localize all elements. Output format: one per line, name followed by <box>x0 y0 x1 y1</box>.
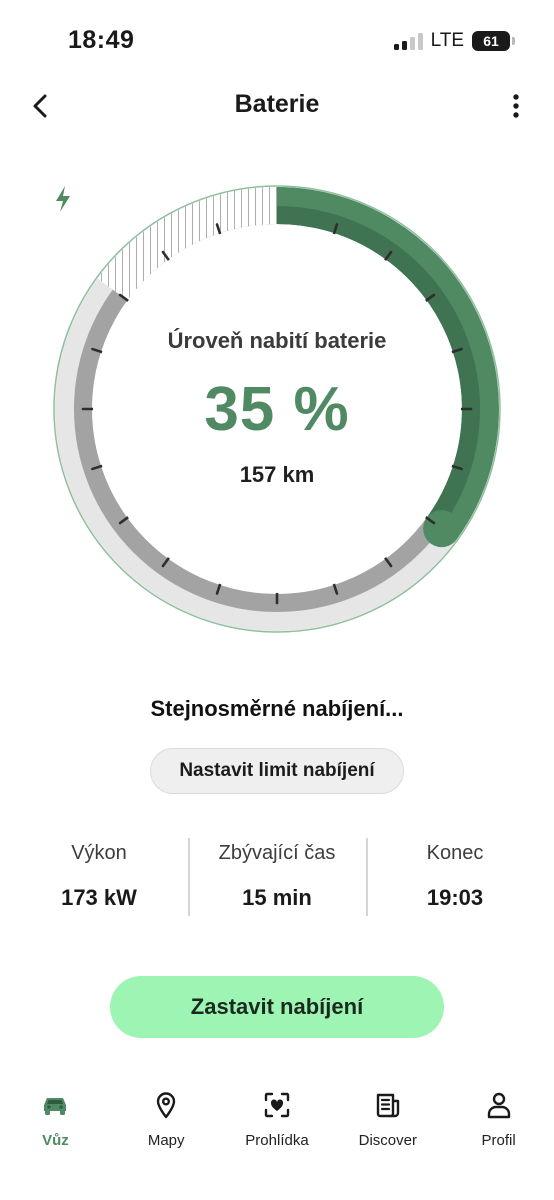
nav-label: Profil <box>481 1132 516 1149</box>
nav-label: Discover <box>358 1132 417 1149</box>
gauge-charge-cap <box>423 510 461 548</box>
person-icon <box>487 1092 510 1119</box>
news-icon <box>376 1093 399 1118</box>
nav-item-car[interactable]: Vůz <box>0 1090 111 1170</box>
nav-item-inspection[interactable]: Prohlídka <box>222 1090 333 1170</box>
nav-item-maps[interactable]: Mapy <box>111 1090 222 1170</box>
stat-label: Výkon <box>71 842 127 864</box>
bottom-navigation: Vůz Mapy Prohlídka Discover Profil <box>0 1090 554 1170</box>
battery-icon: 61 <box>472 31 515 51</box>
signal-icon <box>393 32 423 50</box>
stat-value: 19:03 <box>426 885 484 910</box>
stat-remaining-time: Zbývající čas 15 min <box>188 838 366 918</box>
stat-label: Zbývající čas <box>218 842 336 864</box>
lightning-bolt-icon <box>56 186 70 212</box>
stat-value: 173 kW <box>61 885 137 910</box>
status-indicators: LTE 61 <box>393 30 515 52</box>
map-pin-icon <box>156 1092 176 1119</box>
set-charging-limit-button[interactable]: Nastavit limit nabíjení <box>150 748 404 794</box>
status-bar: 18:49 LTE 61 <box>0 0 554 80</box>
charging-status: Stejnosměrné nabíjení... <box>150 696 404 721</box>
battery-range: 157 km <box>239 462 315 487</box>
page-title: Baterie <box>234 90 320 118</box>
charging-stats: Výkon 173 kW Zbývající čas 15 min Konec … <box>10 838 544 918</box>
header: Baterie <box>0 80 554 136</box>
battery-percentage: 35 % <box>204 375 350 444</box>
stat-end-time: Konec 19:03 <box>366 838 544 918</box>
stat-value: 15 min <box>242 885 312 910</box>
nav-item-discover[interactable]: Discover <box>332 1090 443 1170</box>
more-options-button[interactable] <box>502 86 530 126</box>
stop-charging-button[interactable]: Zastavit nabíjení <box>110 976 444 1038</box>
nav-label: Mapy <box>147 1132 185 1149</box>
car-icon <box>44 1098 67 1115</box>
nav-item-profile[interactable]: Profil <box>443 1090 554 1170</box>
stat-power: Výkon 173 kW <box>10 838 188 918</box>
gauge-label: Úroveň nabití baterie <box>167 328 387 353</box>
inspection-heart-icon <box>264 1092 290 1118</box>
nav-label: Vůz <box>42 1132 69 1149</box>
more-vertical-icon <box>513 94 519 118</box>
battery-gauge: Úroveň nabití baterie 35 % 157 km <box>52 184 502 634</box>
battery-level: 61 <box>483 33 499 49</box>
stat-label: Konec <box>426 842 484 864</box>
status-time: 18:49 <box>68 26 135 54</box>
nav-label: Prohlídka <box>245 1132 309 1149</box>
network-type: LTE <box>430 30 464 51</box>
